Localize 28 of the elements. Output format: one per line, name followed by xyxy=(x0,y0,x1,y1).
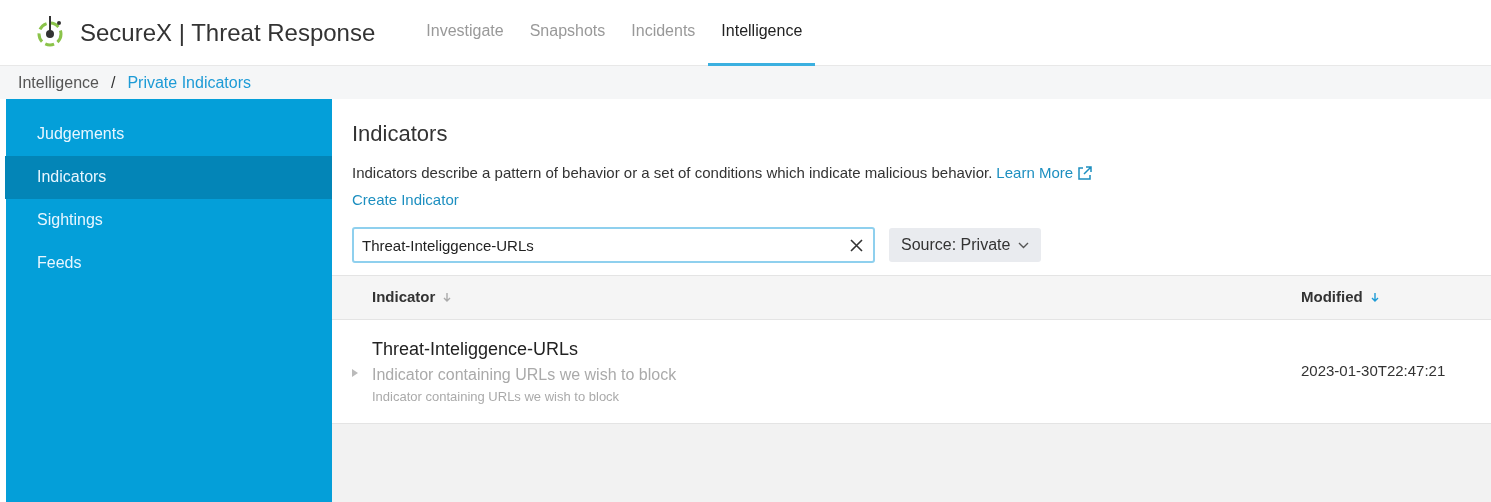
external-link-icon[interactable] xyxy=(1077,165,1093,181)
nav-tab[interactable]: Investigate xyxy=(413,0,517,66)
column-header[interactable]: Indicator xyxy=(372,286,436,309)
clear-icon[interactable] xyxy=(850,239,863,252)
search-field[interactable]: Threat-Inteliggence-URLs xyxy=(352,227,875,263)
nav-tab[interactable]: Snapshots xyxy=(516,0,619,66)
description-text: Indicators describe a pattern of behavior or a set of conditions which indicate malicious behavior. xyxy=(352,163,993,183)
source-dropdown[interactable]: Source: Private xyxy=(889,228,1042,262)
sort-arrow-icon[interactable] xyxy=(1370,292,1379,303)
expand-caret-icon[interactable] xyxy=(350,368,360,379)
learn-more-link[interactable]: Learn More xyxy=(996,162,1074,185)
column-header[interactable]: Modified xyxy=(1301,286,1363,309)
create-indicator-link[interactable]: Create Indicator xyxy=(352,190,459,208)
indicator-title[interactable]: Threat-Inteliggence-URLs xyxy=(372,336,677,364)
indicator-short-description: Indicator containing URLs we wish to block xyxy=(372,388,621,407)
sidebar-item[interactable]: Feeds xyxy=(0,242,332,285)
indicator-description: Indicator containing URLs we wish to block xyxy=(372,365,677,386)
breadcrumb-link[interactable]: Private Indicators xyxy=(127,70,251,95)
modified-date: 2023-01-30T22:47:21 xyxy=(1301,362,1446,380)
app-title: SecureX | Threat Response xyxy=(80,17,376,48)
chevron-down-icon xyxy=(1018,241,1030,249)
sidebar-item[interactable]: Sightings xyxy=(0,199,332,242)
breadcrumb-separator: / xyxy=(110,72,116,93)
nav-tab[interactable]: Incidents xyxy=(618,0,709,66)
page-title: Indicators xyxy=(352,120,449,148)
breadcrumb-item: Intelligence xyxy=(18,72,99,93)
sort-arrow-icon[interactable] xyxy=(443,292,452,303)
sidebar-item[interactable]: Judgements xyxy=(0,113,332,156)
